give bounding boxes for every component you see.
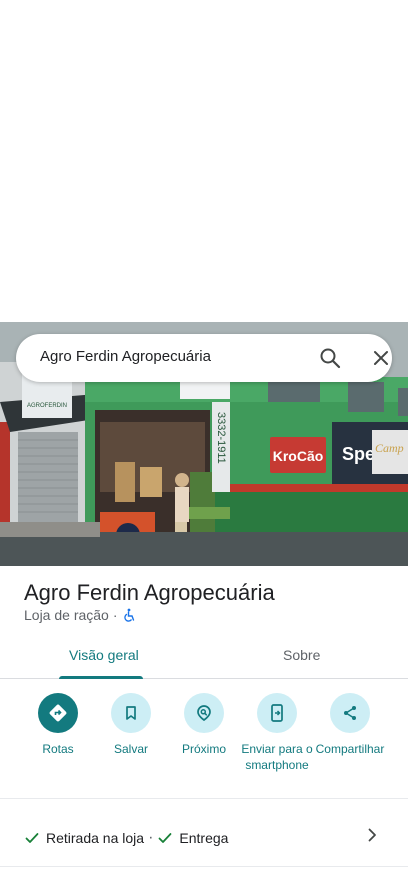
place-subtitle: Loja de ração · bbox=[24, 607, 136, 623]
search-input[interactable]: Agro Ferdin Agropecuária bbox=[40, 348, 211, 365]
directions-button[interactable]: Rotas bbox=[18, 693, 98, 757]
search-icon[interactable] bbox=[318, 346, 342, 370]
send-to-phone-button[interactable]: Enviar para o smartphone bbox=[237, 693, 317, 773]
bookmark-icon bbox=[126, 706, 136, 720]
search-bar[interactable]: Agro Ferdin Agropecuária bbox=[16, 334, 392, 382]
close-icon[interactable] bbox=[369, 346, 393, 370]
delivery-label: Entrega bbox=[179, 830, 229, 846]
service-delivery: Entrega bbox=[157, 830, 228, 846]
nearby-button[interactable]: Próximo bbox=[164, 693, 244, 757]
tab-selected-indicator bbox=[59, 676, 143, 679]
check-icon bbox=[158, 833, 172, 843]
share-icon bbox=[344, 706, 356, 720]
wheelchair-accessible-icon bbox=[123, 608, 134, 622]
service-pickup: Retirada na loja bbox=[24, 830, 144, 846]
divider bbox=[0, 866, 408, 867]
share-button[interactable]: Compartilhar bbox=[310, 693, 390, 757]
brand-sign-camp: Camp bbox=[375, 441, 404, 455]
phone-sign-text: 3332-1911 bbox=[215, 412, 227, 464]
nearby-icon bbox=[197, 705, 211, 722]
chevron-right-icon[interactable] bbox=[363, 826, 381, 844]
pickup-label: Retirada na loja bbox=[46, 830, 145, 846]
separator-dot: · bbox=[148, 829, 154, 846]
place-title: Agro Ferdin Agropecuária bbox=[24, 580, 275, 605]
save-label: Salvar bbox=[113, 742, 148, 756]
divider bbox=[0, 798, 408, 799]
store-sign-text: AGROFERDIN bbox=[27, 403, 67, 409]
nearby-label: Próximo bbox=[181, 742, 226, 756]
brand-sign-krocao: KroCão bbox=[273, 448, 324, 464]
tab-bar: Visão geral Sobre bbox=[0, 636, 408, 679]
tab-about[interactable]: Sobre bbox=[283, 647, 320, 663]
send-to-phone-label: Enviar para o smartphone bbox=[241, 742, 313, 772]
save-button[interactable]: Salvar bbox=[91, 693, 171, 757]
service-options-row[interactable]: Retirada na loja · Entrega bbox=[0, 816, 408, 860]
send-to-phone-icon bbox=[271, 704, 283, 722]
directions-icon bbox=[49, 704, 67, 722]
place-category: Loja de ração bbox=[24, 607, 109, 623]
directions-label: Rotas bbox=[42, 742, 74, 756]
check-icon bbox=[25, 833, 39, 843]
tab-overview[interactable]: Visão geral bbox=[69, 647, 139, 663]
share-label: Compartilhar bbox=[315, 742, 385, 756]
separator-dot: · bbox=[112, 607, 118, 623]
map-area-blank bbox=[0, 0, 408, 322]
